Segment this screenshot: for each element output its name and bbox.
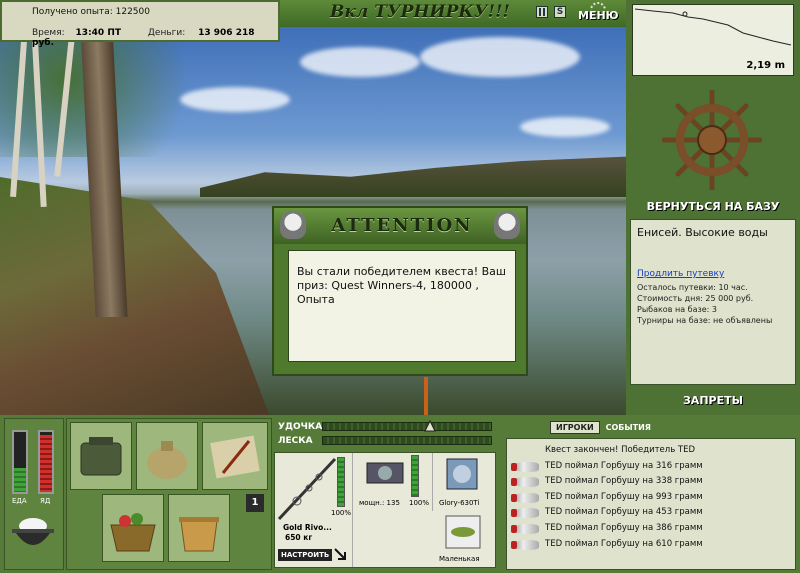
sack-slot[interactable] [136, 422, 198, 490]
events-panel: ИГРОКИ СОБЫТИЯ Квест закончен! Победител… [500, 418, 800, 573]
line-slot[interactable]: Glory-630Ti [433, 453, 495, 511]
dialog-header: ATTENTION [274, 208, 526, 244]
rod-tension-bar [322, 422, 492, 431]
location-info-panel: Енисей. Высокие воды Продлить путевку Ос… [630, 219, 796, 385]
bans-button[interactable]: ЗАПРЕТЫ [626, 394, 800, 407]
right-panel: 2,19 m Вернуться на базу Енисей. Высокие… [626, 0, 800, 415]
triangle-marker-icon [424, 420, 436, 432]
rod-percent: 100% [331, 509, 352, 517]
lure-icon [445, 515, 481, 549]
cloud [520, 117, 610, 137]
fish-icon [511, 523, 539, 534]
poison-meter-fill [40, 435, 52, 492]
fish-icon [511, 477, 539, 488]
bag-slot[interactable] [70, 422, 132, 490]
event-line: TED поймал Горбушу на 316 грамм [511, 459, 789, 475]
line-name: Glory-630Ti [439, 499, 480, 507]
menu-label: МЕНЮ [578, 9, 619, 22]
event-line: TED поймал Горбушу на 993 грамм [511, 490, 789, 506]
event-line: Квест закончен! Победитель TED [545, 445, 696, 455]
tab-players[interactable]: ИГРОКИ [550, 421, 600, 434]
depth-chart: 2,19 m [632, 4, 794, 76]
line-label: ЛЕСКА [278, 436, 313, 446]
return-to-base-button[interactable]: Вернуться на базу [626, 200, 800, 213]
bucket-slot[interactable] [168, 494, 230, 562]
dialog-message: Вы стали победителем квеста! Ваш приз: Q… [288, 250, 516, 362]
food-meter [12, 430, 28, 494]
pot-icon[interactable] [8, 510, 58, 560]
rod-health-bar [337, 457, 345, 507]
rod-name: Gold Rivo... [283, 523, 332, 532]
fish-icon [511, 508, 539, 519]
lure-name: Маленькая [439, 555, 480, 563]
permit-remaining: Осталось путевки: 10 час. [637, 283, 748, 292]
inventory-page[interactable]: 1 [246, 494, 264, 512]
menu-button[interactable]: МЕНЮ [578, 2, 619, 24]
map-slot[interactable] [202, 422, 268, 490]
ship-wheel-icon[interactable] [662, 90, 762, 190]
reel-percent: 100% [409, 499, 430, 507]
day-cost: Стоимость дня: 25 000 руб. [637, 294, 754, 303]
money-label: Деньги: [147, 28, 186, 38]
rod-label: УДОЧКА [278, 422, 323, 432]
skull-icon [280, 211, 306, 239]
line-spool-icon [446, 458, 478, 490]
reel-power: мощн.: 135 [359, 499, 400, 507]
food-label: ЕДА [12, 497, 27, 505]
events-log[interactable]: Квест закончен! Победитель TED TED пойма… [506, 438, 796, 570]
gear-icon [590, 2, 606, 10]
tackle-panel: 100% Gold Rivo... 650 кг НАСТРОИТЬ мощн.… [274, 452, 496, 568]
experience-label: Получено опыта: [32, 7, 113, 17]
tab-events[interactable]: СОБЫТИЯ [606, 423, 651, 432]
pause-icon[interactable] [536, 6, 548, 18]
basket-icon [110, 513, 156, 552]
fishing-float[interactable] [424, 377, 428, 415]
cloud [300, 47, 420, 77]
cloud [420, 37, 580, 77]
event-line: TED поймал Горбушу на 610 грамм [511, 537, 789, 553]
reel-icon [366, 462, 404, 484]
bucket-icon [179, 517, 219, 552]
dialog-title: ATTENTION [331, 215, 473, 236]
extend-permit-link[interactable]: Продлить путевку [637, 269, 789, 279]
sack-icon [147, 441, 187, 479]
tension-bars: УДОЧКА ЛЕСКА [276, 420, 496, 452]
arrow-icon[interactable] [333, 547, 347, 561]
river-bank [0, 177, 270, 415]
reel-health-bar [411, 455, 419, 497]
reel-slot[interactable]: мощн.: 135 100% [353, 453, 433, 511]
basket-slot[interactable] [102, 494, 164, 562]
tournament-toggle[interactable]: Вкл ТУРНИРКУ!!! [330, 2, 510, 22]
time-label: Время: [32, 28, 65, 38]
rod-slot[interactable]: 100% Gold Rivo... 650 кг НАСТРОИТЬ [275, 453, 353, 567]
event-line: TED поймал Горбушу на 386 грамм [511, 521, 789, 537]
fishers-at-base: Рыбаков на базе: 3 [637, 305, 717, 314]
money-value: 13 906 218 руб. [32, 28, 255, 48]
event-line: TED поймал Горбушу на 338 грамм [511, 474, 789, 490]
map-icon [210, 435, 260, 479]
rod-weight: 650 кг [285, 533, 313, 542]
fish-icon [511, 461, 539, 472]
setup-button[interactable]: НАСТРОИТЬ [278, 549, 333, 561]
fish-icon [511, 539, 539, 550]
depth-value: 2,19 m [746, 60, 785, 71]
food-meter-fill [14, 468, 26, 492]
skull-icon [494, 211, 520, 239]
attention-dialog[interactable]: ATTENTION Вы стали победителем квеста! В… [272, 206, 528, 376]
tournaments-at-base: Турниры на базе: не объявлены [637, 316, 773, 325]
location-title: Енисей. Высокие воды [637, 226, 768, 239]
fish-icon [511, 492, 539, 503]
event-line: TED поймал Горбушу на 453 грамм [511, 505, 789, 521]
lure-slot[interactable]: Маленькая [433, 511, 495, 567]
poison-label: ЯД [40, 497, 51, 505]
player-stats-panel: Получено опыта: 122500 Время: 13:40 ПТ Д… [0, 0, 280, 48]
rod-icon [277, 457, 337, 521]
line-tension-bar [322, 436, 492, 445]
experience-value: 122500 [115, 7, 150, 17]
speed-icon[interactable]: S [554, 6, 566, 18]
bag-icon [80, 437, 122, 476]
hills [200, 156, 626, 197]
poison-meter [38, 430, 54, 494]
time-value: 13:40 ПТ [75, 28, 121, 38]
